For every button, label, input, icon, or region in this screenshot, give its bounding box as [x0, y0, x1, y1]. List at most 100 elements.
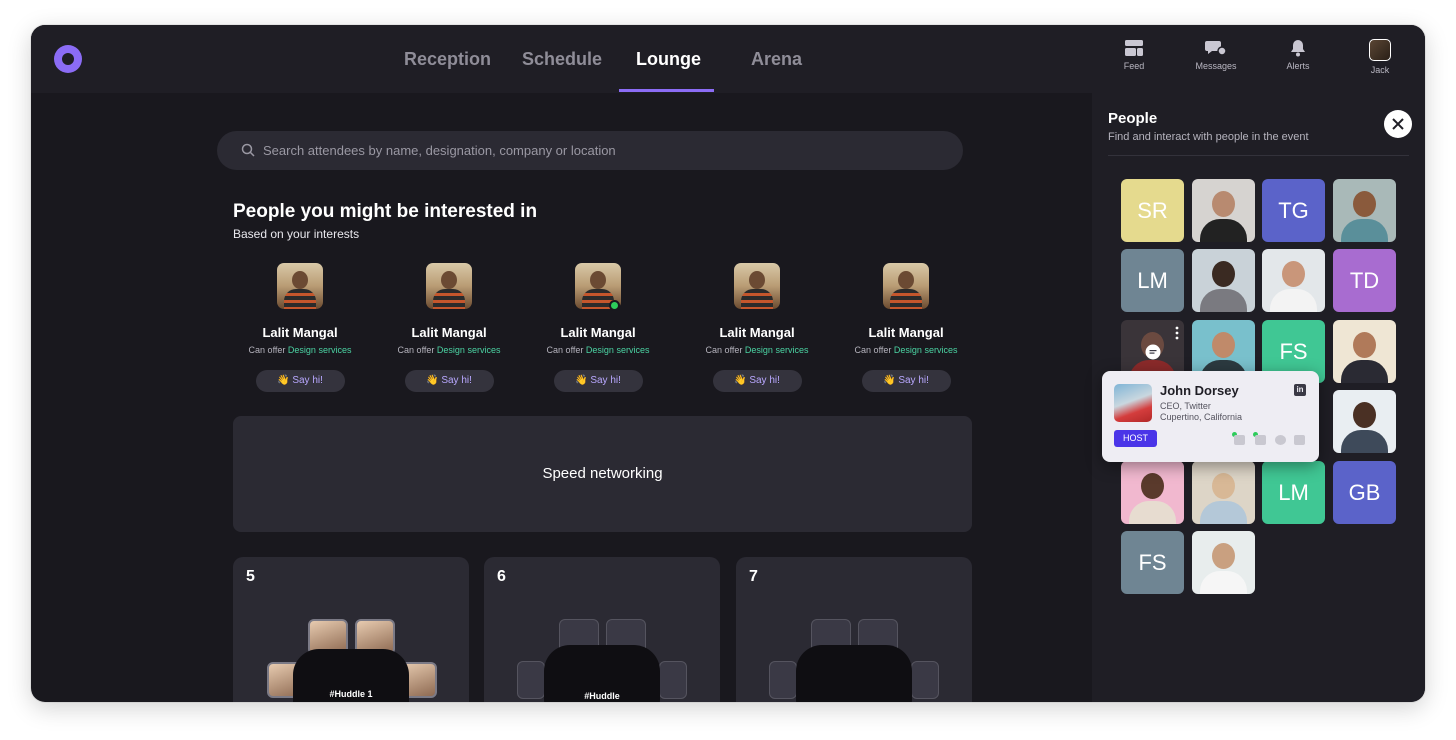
- table-card[interactable]: 5 #Huddle 1: [233, 557, 469, 702]
- tile-initials: TD: [1349, 268, 1380, 293]
- messages-icon: [1205, 41, 1227, 56]
- table-label: #Huddle: [584, 691, 620, 701]
- person-tile[interactable]: [1333, 320, 1396, 383]
- say-hi-button[interactable]: 👋 Say hi!: [404, 370, 494, 392]
- person-offer: Can offer Design services: [854, 345, 958, 355]
- person-tile[interactable]: [1121, 461, 1184, 524]
- person-tile[interactable]: [1262, 249, 1325, 312]
- tile-initials: LM: [1137, 268, 1168, 293]
- person-tile[interactable]: [1192, 531, 1255, 594]
- online-indicator: [609, 300, 620, 311]
- close-icon: [1392, 118, 1404, 130]
- logo-icon[interactable]: [54, 45, 82, 73]
- bell-icon: [1291, 40, 1305, 57]
- feed-icon: [1125, 40, 1143, 56]
- more-options-icon[interactable]: [1175, 326, 1179, 340]
- tab-lounge[interactable]: Lounge: [636, 49, 701, 70]
- tab-reception[interactable]: Reception: [404, 49, 491, 70]
- host-details: CEO, Twitter Cupertino, California: [1160, 401, 1243, 422]
- section-title: People you might be interested in: [233, 201, 538, 222]
- table-surface: #Huddle 1: [293, 649, 409, 702]
- person-offer: Can offer Design services: [248, 345, 352, 355]
- host-badge: HOST: [1114, 430, 1157, 447]
- messages-button[interactable]: Messages: [1186, 39, 1246, 71]
- say-hi-button[interactable]: 👋 Say hi!: [255, 370, 345, 392]
- search-icon: [241, 143, 255, 157]
- table-surface: #Huddle: [544, 645, 660, 702]
- tile-initials: FS: [1138, 550, 1167, 575]
- person-tile[interactable]: TG: [1262, 179, 1325, 242]
- person-avatar[interactable]: [277, 263, 323, 309]
- linkedin-icon[interactable]: in: [1294, 384, 1306, 396]
- section-subtitle: Based on your interests: [233, 227, 360, 241]
- say-hi-button[interactable]: 👋 Say hi!: [861, 370, 951, 392]
- person-tile[interactable]: [1192, 461, 1255, 524]
- person-name: Lalit Mangal: [560, 325, 636, 340]
- table-surface: [796, 645, 912, 702]
- person-tile[interactable]: [1333, 390, 1396, 453]
- empty-seat[interactable]: [911, 661, 939, 699]
- table-card[interactable]: 7: [736, 557, 972, 702]
- feed-label: Feed: [1123, 61, 1145, 71]
- person-name: Lalit Mangal: [262, 325, 338, 340]
- speed-networking-card[interactable]: Speed networking: [233, 416, 972, 532]
- person-tile[interactable]: [1192, 179, 1255, 242]
- alerts-button[interactable]: Alerts: [1268, 39, 1328, 71]
- person-tile[interactable]: GB: [1333, 461, 1396, 524]
- empty-seat[interactable]: [769, 661, 797, 699]
- app-window: Reception Schedule Lounge Arena Feed Mes…: [31, 25, 1425, 702]
- person-name: Lalit Mangal: [719, 325, 795, 340]
- person-offer: Can offer Design services: [546, 345, 650, 355]
- person-card: Lalit Mangal Can offer Design services 👋…: [687, 263, 827, 392]
- person-card: Lalit Mangal Can offer Design services 👋…: [379, 263, 519, 392]
- profile-label: Jack: [1370, 65, 1390, 75]
- chat-icon[interactable]: [1145, 344, 1161, 360]
- empty-seat[interactable]: [517, 661, 545, 699]
- host-avatar: [1114, 384, 1152, 422]
- user-avatar: [1369, 39, 1391, 61]
- attendee-search[interactable]: Search attendees by name, designation, c…: [217, 131, 963, 170]
- person-offer: Can offer Design services: [397, 345, 501, 355]
- tile-initials: FS: [1279, 339, 1308, 364]
- person-card: Lalit Mangal Can offer Design services 👋…: [230, 263, 370, 392]
- tab-arena[interactable]: Arena: [751, 49, 802, 70]
- tile-initials: GB: [1348, 480, 1381, 505]
- empty-seat[interactable]: [659, 661, 687, 699]
- tile-initials: SR: [1137, 198, 1168, 223]
- alerts-label: Alerts: [1286, 61, 1310, 71]
- person-tile[interactable]: FS: [1121, 531, 1184, 594]
- person-avatar[interactable]: [734, 263, 780, 309]
- person-name: Lalit Mangal: [868, 325, 944, 340]
- messages-label: Messages: [1195, 61, 1237, 71]
- table-label: #Huddle 1: [329, 689, 373, 699]
- person-tile[interactable]: LM: [1262, 461, 1325, 524]
- close-panel-button[interactable]: [1384, 110, 1412, 138]
- table-number: 5: [246, 568, 255, 585]
- person-hover-card: John Dorsey CEO, Twitter Cupertino, Calif…: [1102, 371, 1319, 462]
- person-tile[interactable]: TD: [1333, 249, 1396, 312]
- person-offer: Can offer Design services: [705, 345, 809, 355]
- tab-schedule[interactable]: Schedule: [522, 49, 602, 70]
- person-tile[interactable]: [1192, 249, 1255, 312]
- screen-share-icon[interactable]: [1294, 435, 1305, 445]
- person-avatar[interactable]: [883, 263, 929, 309]
- video-icon[interactable]: [1234, 435, 1245, 445]
- person-tile[interactable]: [1333, 179, 1396, 242]
- person-avatar[interactable]: [426, 263, 472, 309]
- profile-button[interactable]: Jack: [1350, 39, 1410, 75]
- tile-initials: LM: [1278, 480, 1309, 505]
- divider: [1108, 155, 1409, 156]
- active-tab-indicator: [619, 89, 714, 92]
- person-name: Lalit Mangal: [411, 325, 487, 340]
- feed-button[interactable]: Feed: [1104, 39, 1164, 71]
- table-card[interactable]: 6 #Huddle: [484, 557, 720, 702]
- chrome-icon[interactable]: [1275, 435, 1286, 445]
- say-hi-button[interactable]: 👋 Say hi!: [712, 370, 802, 392]
- person-card: Lalit Mangal Can offer Design services 👋…: [528, 263, 668, 392]
- say-hi-button[interactable]: 👋 Say hi!: [553, 370, 643, 392]
- person-tile[interactable]: LM: [1121, 249, 1184, 312]
- person-tile[interactable]: SR: [1121, 179, 1184, 242]
- person-card: Lalit Mangal Can offer Design services 👋…: [836, 263, 976, 392]
- host-name: John Dorsey: [1160, 383, 1239, 398]
- mic-icon[interactable]: [1255, 435, 1266, 445]
